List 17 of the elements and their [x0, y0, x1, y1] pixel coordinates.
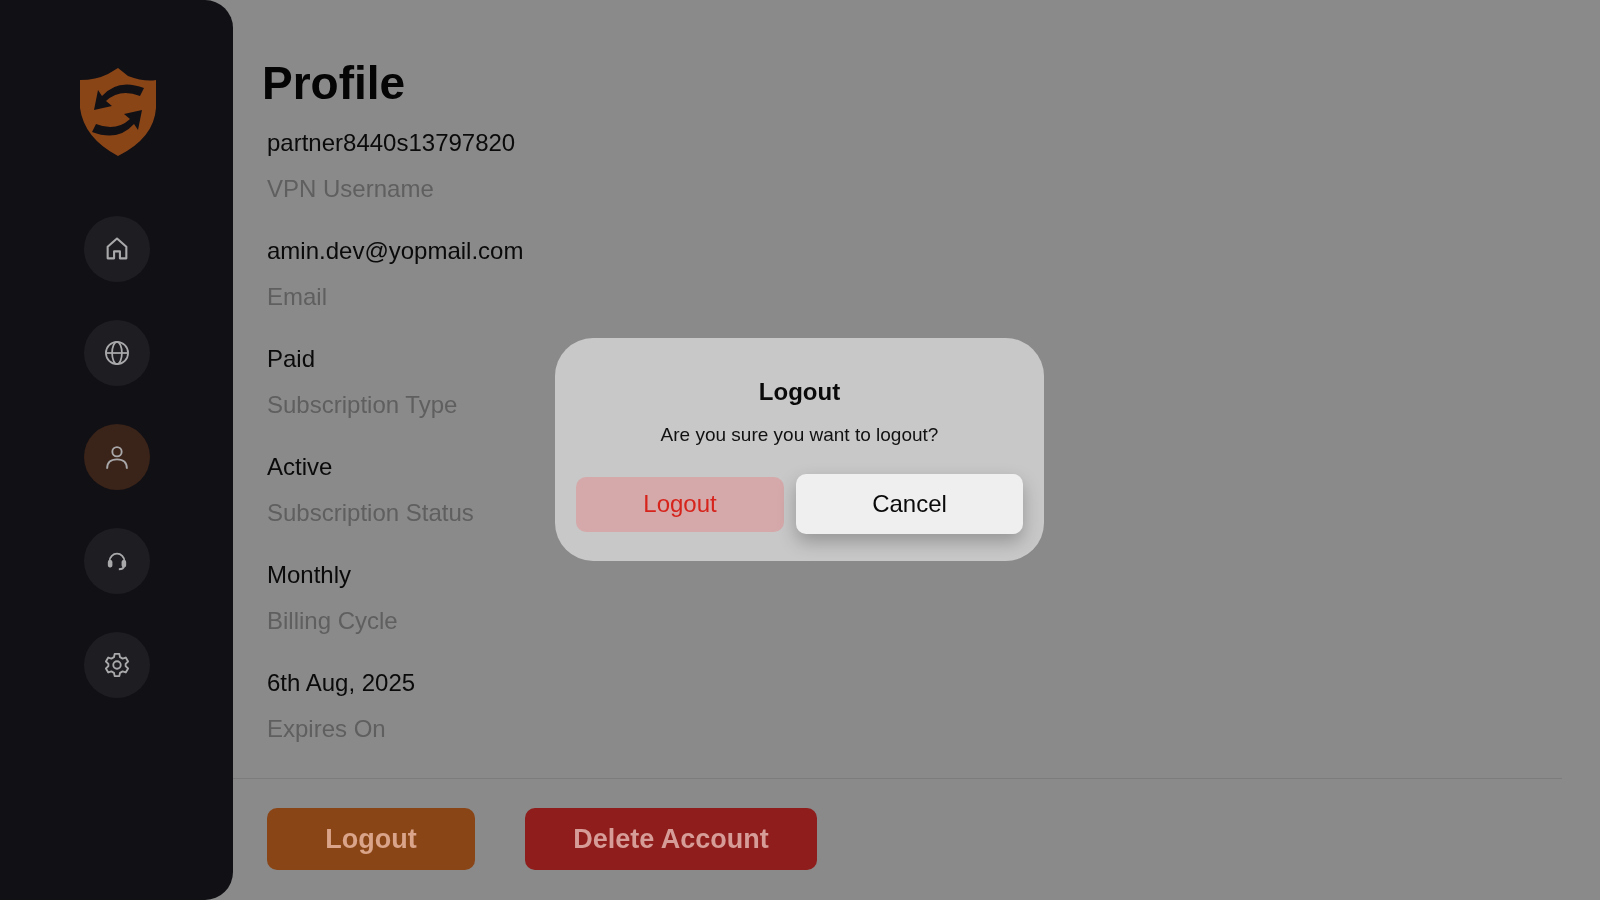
shield-logo-icon: [77, 66, 158, 158]
support-icon: [105, 550, 128, 572]
field-value: partner8440s13797820: [267, 128, 516, 158]
field-value: Active: [267, 452, 333, 482]
page-title: Profile: [262, 56, 407, 110]
logout-button[interactable]: Logout: [267, 808, 475, 870]
field-value: Monthly: [267, 560, 352, 590]
field-value: 6th Aug, 2025: [267, 668, 416, 698]
dialog-message: Are you sure you want to logout?: [660, 424, 939, 446]
dialog-title: Logout: [758, 378, 841, 406]
field-value: Paid: [267, 344, 316, 374]
confirm-logout-button[interactable]: Logout: [576, 476, 784, 532]
settings-icon: [102, 651, 131, 679]
globe-icon: [102, 339, 131, 367]
field-value: amin.dev@yopmail.com: [267, 236, 524, 266]
cancel-button[interactable]: Cancel: [796, 474, 1023, 534]
delete-account-button[interactable]: Delete Account: [525, 808, 817, 870]
